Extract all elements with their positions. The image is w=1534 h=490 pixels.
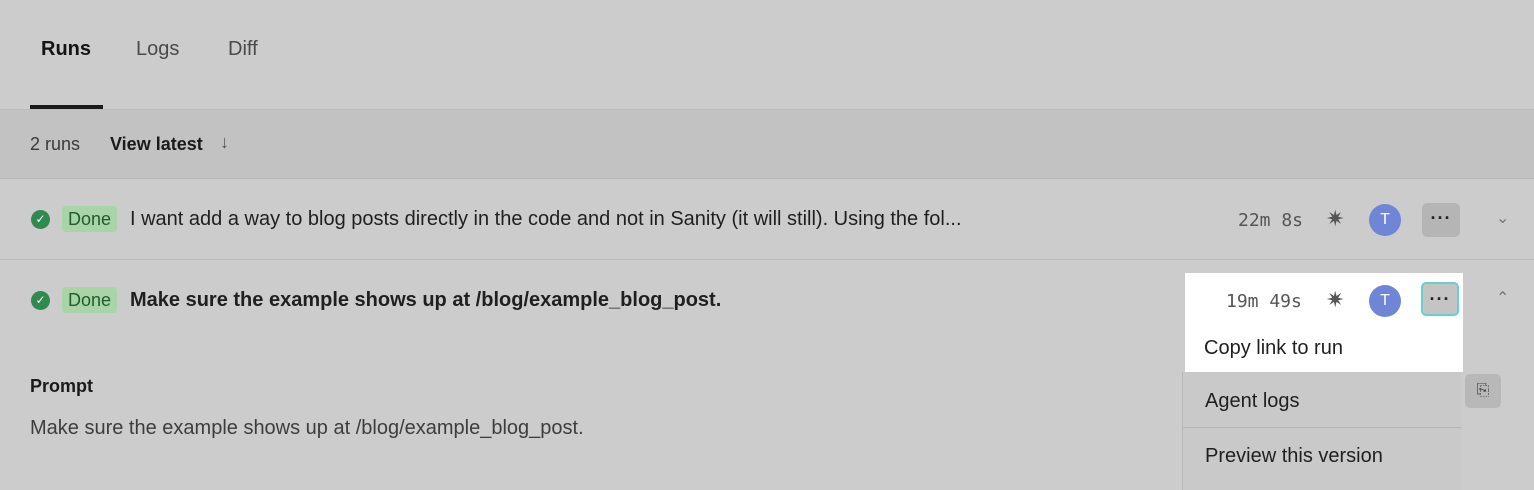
tab-runs[interactable]: Runs [41,38,91,61]
agent-spark-icon: ✷ [1326,287,1345,312]
tab-logs[interactable]: Logs [136,38,179,61]
run-title: I want add a way to blog posts directly … [130,208,962,230]
run-title: Make sure the example shows up at /blog/… [130,289,722,311]
tab-bar: Runs Logs Diff [0,0,1534,110]
prompt-text: Make sure the example shows up at /blog/… [30,417,584,439]
menu-item-preview[interactable]: Preview this version [1205,445,1383,468]
runs-toolbar: 2 runs View latest ↓ [0,110,1534,179]
arrow-down-icon[interactable]: ↓ [220,132,229,153]
check-circle-icon: ✓ [31,291,50,310]
status-badge: Done [62,206,118,232]
check-circle-icon: ✓ [31,210,50,229]
run-actions-menu: Agent logs Preview this version [1182,372,1462,490]
run-row[interactable]: ✓ Done I want add a way to blog posts di… [0,179,1534,260]
prompt-label: Prompt [30,376,93,396]
run-duration: 22m 8s [1238,210,1304,231]
run-duration: 19m 49s [1226,291,1302,312]
menu-item-agent-logs[interactable]: Agent logs [1205,390,1300,413]
run-row[interactable]: ✓ Done Make sure the example shows up at… [0,260,1534,341]
menu-divider [1183,427,1462,428]
view-latest-button[interactable]: View latest [110,134,203,155]
active-tab-indicator [30,105,103,109]
copy-prompt-icon[interactable]: ⎘ [1465,374,1501,408]
agent-spark-icon: ✷ [1326,206,1345,231]
menu-item-copy-link[interactable]: Copy link to run [1204,337,1343,360]
more-options-button[interactable]: ··· [1422,203,1460,237]
status-badge: Done [62,287,118,313]
runs-count: 2 runs [30,134,81,154]
avatar[interactable]: T [1369,204,1401,236]
tab-diff[interactable]: Diff [228,38,258,61]
chevron-up-icon[interactable]: ⌃ [1496,288,1509,308]
avatar[interactable]: T [1369,285,1401,317]
more-options-button[interactable]: ··· [1421,282,1459,316]
chevron-down-icon[interactable]: ⌄ [1496,208,1509,228]
